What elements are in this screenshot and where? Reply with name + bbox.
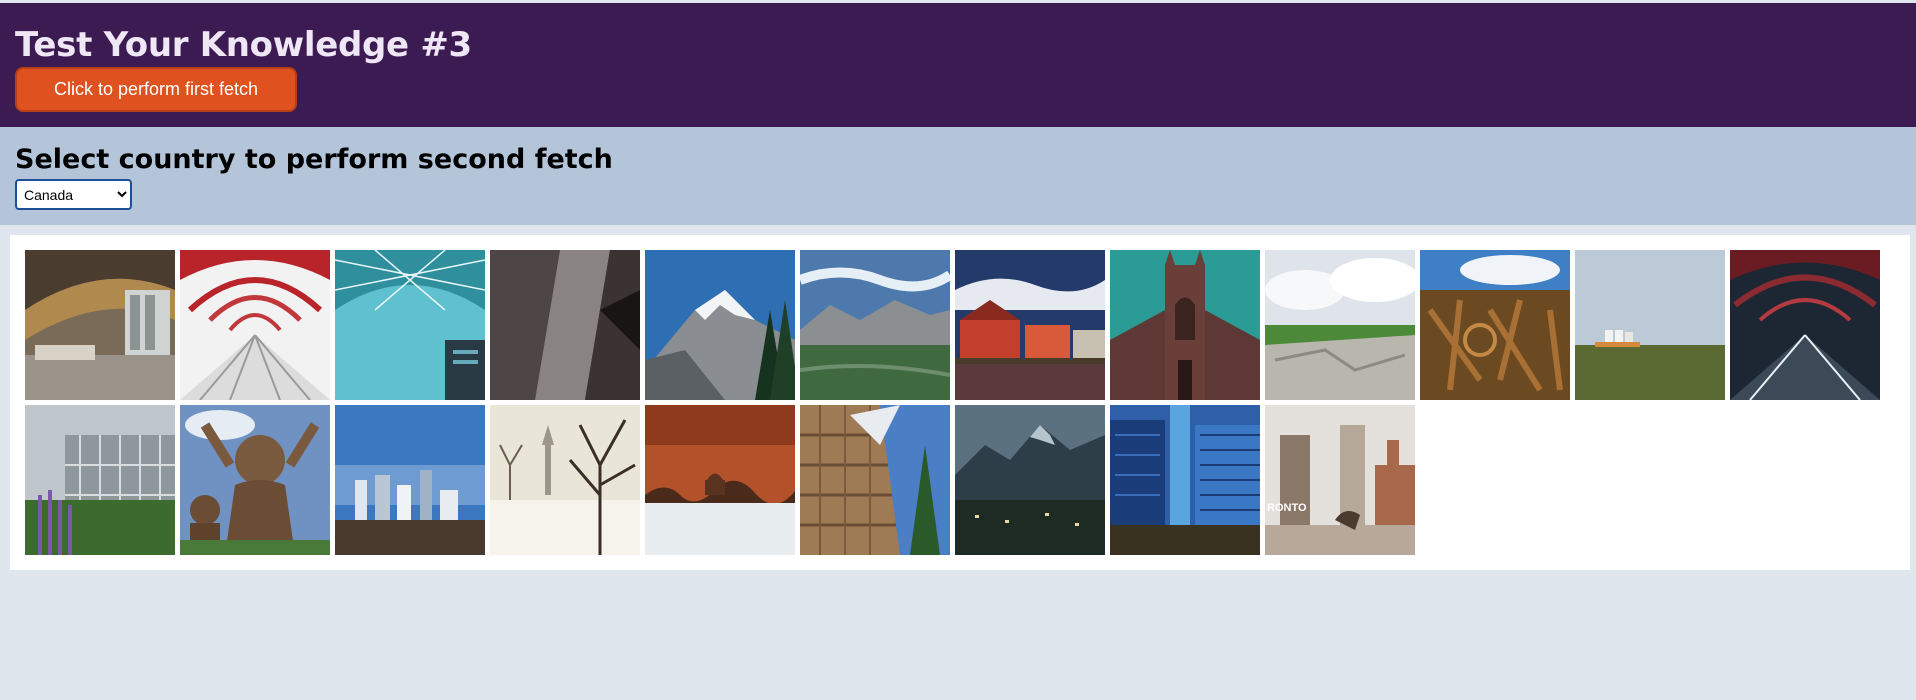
- gallery-image-snowy-park-trees[interactable]: [490, 405, 640, 555]
- toronto-sign-text: RONTO: [1267, 502, 1307, 514]
- country-selector-section: Select country to perform second fetch C…: [0, 127, 1916, 225]
- gallery-image-sepia-snow-field[interactable]: [645, 405, 795, 555]
- gallery-image-mountain-town[interactable]: [955, 405, 1105, 555]
- gallery-image-stone-church[interactable]: [1110, 250, 1260, 400]
- gallery-image-blue-skyscrapers[interactable]: [1110, 405, 1260, 555]
- gallery-image-mountain-valley[interactable]: [800, 250, 950, 400]
- gallery-image-red-harbour-houses[interactable]: [955, 250, 1105, 400]
- gallery-image-laughing-statues[interactable]: [180, 405, 330, 555]
- page-header: Test Your Knowledge #3 Click to perform …: [0, 3, 1916, 127]
- gallery-image-bridge-at-night[interactable]: [1730, 250, 1880, 400]
- gallery-image-glass-dome-sky[interactable]: [335, 250, 485, 400]
- page-title: Test Your Knowledge #3: [15, 25, 472, 65]
- gallery-image-city-hall-square[interactable]: RONTO: [1265, 405, 1415, 555]
- gallery-image-rocky-coast-clouds[interactable]: [1265, 250, 1415, 400]
- gallery-image-dark-metal-building[interactable]: [490, 250, 640, 400]
- gallery-image-red-arch-bridge[interactable]: [180, 250, 330, 400]
- gallery-image-rusty-scrap[interactable]: [1420, 250, 1570, 400]
- gallery-image-stone-tower[interactable]: [800, 405, 950, 555]
- gallery-image-architecture-interior[interactable]: [25, 250, 175, 400]
- gallery-image-snowy-mountain[interactable]: [645, 250, 795, 400]
- gallery-image-city-skyline[interactable]: [335, 405, 485, 555]
- first-fetch-button[interactable]: Click to perform first fetch: [15, 67, 297, 112]
- country-select[interactable]: Canada: [15, 179, 132, 210]
- country-selector-heading: Select country to perform second fetch: [15, 144, 613, 175]
- gallery-image-prairie-horizon[interactable]: [1575, 250, 1725, 400]
- image-gallery: RONTO: [10, 235, 1910, 570]
- gallery-image-glass-building-garden[interactable]: [25, 405, 175, 555]
- image-grid: RONTO: [25, 250, 1910, 555]
